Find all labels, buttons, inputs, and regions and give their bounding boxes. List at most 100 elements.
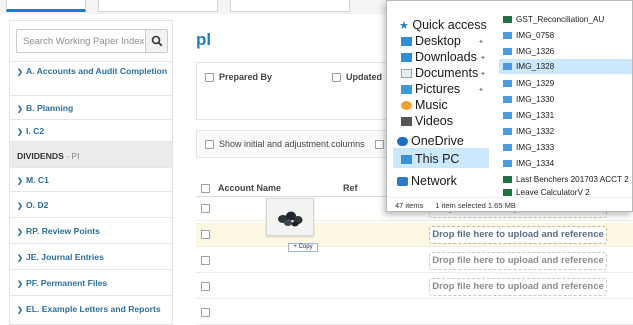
sidebar-item-label: B. Planning [26, 103, 74, 113]
downloads-icon [401, 53, 412, 63]
row-checkbox[interactable] [201, 282, 210, 291]
nav-documents[interactable]: Documents [401, 66, 478, 80]
file-name: Last Benchers 201703 ACCT 2 [516, 175, 629, 184]
file-name: IMG_1331 [516, 111, 555, 120]
chevron-down-icon: ❯ [17, 307, 23, 314]
select-all-checkbox[interactable] [201, 184, 210, 193]
image-file-icon [503, 32, 512, 40]
nav-music[interactable]: Music [401, 98, 448, 112]
nav-downloads[interactable]: Downloads [401, 50, 477, 64]
top-tab-active[interactable] [6, 0, 86, 12]
search-icon [151, 35, 163, 47]
show-initial-checkbox[interactable] [205, 140, 214, 149]
sidebar-item-c2[interactable]: ❯ I. C2 [10, 119, 172, 141]
pin-icon[interactable]: ✦ [480, 70, 486, 78]
nav-pictures[interactable]: Pictures [401, 82, 460, 96]
chevron-down-icon: ❯ [17, 229, 23, 236]
chevron-down-icon: ❯ [17, 106, 23, 113]
sidebar-item-accounts-audit-completion[interactable]: ❯ A. Accounts and Audit Completion [10, 61, 172, 95]
upload-dropzone[interactable]: Drop file here to upload and reference [429, 278, 607, 296]
chevron-down-icon: ❯ [17, 69, 23, 76]
file-name: IMG_1333 [516, 143, 555, 152]
file-item[interactable]: IMG_1330 [503, 94, 554, 106]
sidebar-item-permanent-files[interactable]: ❯ PF. Permanent Files [10, 269, 172, 295]
option-checkbox[interactable] [375, 140, 384, 149]
upload-dropzone-active[interactable]: Drop file here to upload and reference [429, 226, 607, 244]
excel-file-icon [503, 176, 512, 184]
star-icon: ★ [399, 20, 409, 32]
image-file-icon [503, 128, 512, 136]
sidebar-item-c1[interactable]: ❯ M. C1 [10, 167, 172, 191]
upload-dropzone[interactable]: Drop file here to upload and reference [429, 252, 607, 270]
explorer-status-bar: 47 items 1 item selected 1.65 MB [387, 197, 632, 211]
nav-this-pc[interactable]: This PC [401, 152, 459, 166]
nav-label: Documents [415, 66, 479, 80]
pin-icon[interactable]: ✦ [478, 86, 484, 94]
file-item-selected[interactable]: IMG_1328 [499, 59, 632, 74]
column-account-name: Account Name [218, 183, 282, 193]
sidebar-item-dividends[interactable]: DIVIDENDS - PI [10, 141, 172, 167]
file-item[interactable]: IMG_1326 [503, 46, 554, 58]
sidebar-item-label: M. C1 [26, 175, 49, 185]
documents-icon [401, 69, 412, 79]
row-checkbox[interactable] [201, 230, 210, 239]
nav-label: Music [415, 98, 448, 112]
chevron-down-icon: ❯ [17, 178, 23, 185]
sidebar-item-planning[interactable]: ❯ B. Planning [10, 95, 172, 119]
updated-checkbox[interactable] [332, 73, 341, 82]
file-item[interactable]: GST_Reconciliation_AU [503, 14, 604, 26]
image-file-icon [503, 96, 512, 104]
search-input[interactable] [17, 30, 145, 52]
file-item[interactable]: Last Benchers 201703 ACCT 2 [503, 174, 629, 186]
file-item[interactable]: IMG_1331 [503, 110, 554, 122]
column-ref: Ref [343, 183, 358, 193]
nav-network[interactable]: Network [397, 174, 457, 188]
sidebar-item-journal-entries[interactable]: ❯ JE. Journal Entries [10, 243, 172, 269]
image-file-icon [503, 160, 512, 168]
excel-file-icon [503, 16, 512, 24]
show-initial-label: Show initial and adjustment columns [219, 139, 365, 149]
explorer-file-list: GST_Reconciliation_AU IMG_0758 IMG_1326 … [491, 1, 632, 197]
pin-icon[interactable]: ✦ [478, 38, 484, 46]
search-button[interactable] [145, 30, 167, 52]
image-file-icon [503, 144, 512, 152]
nav-videos[interactable]: Videos [401, 114, 453, 128]
sidebar-item-label: JE. Journal Entries [26, 252, 104, 262]
file-item[interactable]: IMG_1333 [503, 142, 554, 154]
nav-quick-access[interactable]: ★ Quick access [399, 18, 487, 32]
sidebar-item-label: DIVIDENDS [17, 151, 64, 161]
selection-info: 1 item selected 1.65 MB [435, 201, 516, 210]
top-tab[interactable] [230, 0, 350, 12]
network-icon [397, 177, 408, 187]
row-checkbox[interactable] [201, 308, 210, 317]
file-name: Leave CalculatorV 2 [516, 188, 590, 197]
prepared-by-checkbox[interactable] [205, 73, 214, 82]
row-checkbox[interactable] [201, 256, 210, 265]
page-title: pl [196, 30, 212, 49]
file-item[interactable]: IMG_0758 [503, 30, 554, 42]
file-item[interactable]: IMG_1334 [503, 158, 554, 170]
updated-label: Updated [346, 72, 382, 82]
file-item[interactable]: IMG_1329 [503, 78, 554, 90]
nav-label: Downloads [415, 50, 477, 64]
desktop-icon [401, 37, 412, 47]
nav-desktop[interactable]: Desktop [401, 34, 461, 48]
file-item[interactable]: IMG_1332 [503, 126, 554, 138]
file-name: IMG_1326 [516, 47, 555, 56]
sidebar-item-label: O. D2 [26, 200, 49, 210]
table-row [196, 301, 633, 325]
row-checkbox[interactable] [201, 204, 210, 213]
nav-onedrive[interactable]: OneDrive [397, 134, 464, 148]
sidebar-item-label: A. Accounts and Audit Completion [26, 66, 168, 76]
sidebar-item-example-letters[interactable]: ❯ EL. Example Letters and Reports [10, 295, 172, 324]
dragged-image-thumbnail[interactable] [266, 198, 314, 236]
nav-label: Videos [415, 114, 453, 128]
sidebar-item-d2[interactable]: ❯ O. D2 [10, 191, 172, 217]
nav-label: OneDrive [411, 134, 464, 148]
file-name: GST_Reconciliation_AU [516, 15, 605, 24]
nav-label: Network [411, 174, 457, 188]
sidebar-item-review-points[interactable]: ❯ RP. Review Points [10, 217, 172, 243]
pin-icon[interactable]: ✦ [480, 54, 486, 62]
image-file-icon [503, 112, 512, 120]
top-tab[interactable] [98, 0, 218, 12]
